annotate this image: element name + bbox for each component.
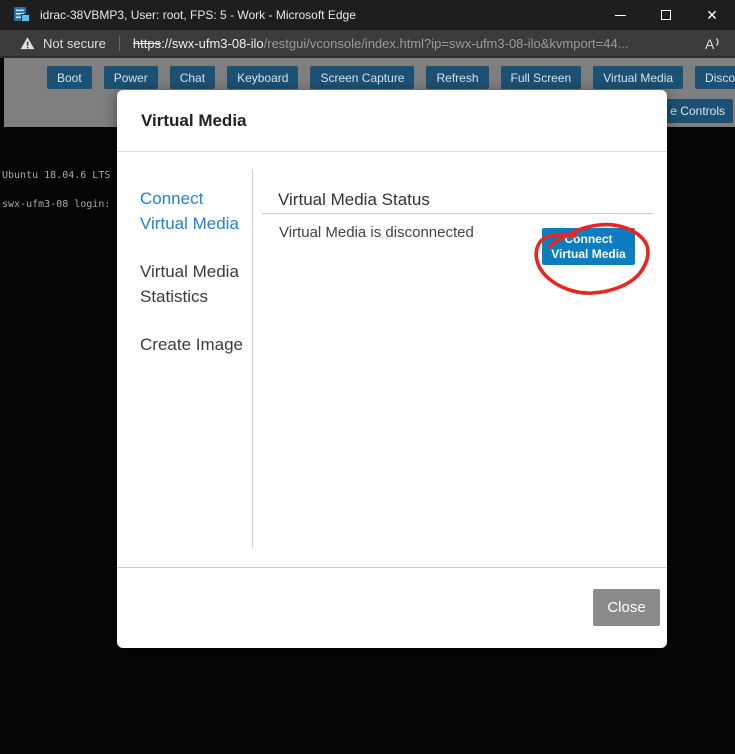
minimize-button[interactable] [597, 0, 643, 30]
footer-divider [117, 567, 667, 568]
full-screen-button[interactable]: Full Screen [501, 66, 582, 89]
sidebar-divider [252, 170, 253, 548]
boot-button[interactable]: Boot [47, 66, 92, 89]
screen-capture-button[interactable]: Screen Capture [310, 66, 414, 89]
dialog-header: Virtual Media [117, 90, 667, 152]
maximize-button[interactable] [643, 0, 689, 30]
virtual-media-dialog: Virtual Media Connect Virtual Media Virt… [117, 90, 667, 648]
edge-window: idrac-38VBMP3, User: root, FPS: 5 - Work… [0, 0, 735, 754]
dialog-title: Virtual Media [141, 111, 247, 131]
dialog-sidebar: Connect Virtual Media Virtual Media Stat… [140, 186, 252, 380]
window-controls: ✕ [597, 0, 735, 30]
read-aloud-icon[interactable]: A [703, 34, 723, 54]
connect-button-line2: Virtual Media [551, 247, 625, 261]
console-toolbar: Boot Power Chat Keyboard Screen Capture … [47, 66, 735, 89]
sidebar-item-connect-virtual-media[interactable]: Connect Virtual Media [140, 186, 252, 236]
heading-rule [262, 213, 653, 214]
not-secure-label[interactable]: Not secure [43, 36, 106, 51]
window-titlebar: idrac-38VBMP3, User: root, FPS: 5 - Work… [0, 0, 735, 30]
address-divider [119, 36, 120, 51]
warning-icon [20, 36, 35, 51]
connect-button-line1: Connect [565, 232, 613, 246]
refresh-button[interactable]: Refresh [426, 66, 488, 89]
virtual-media-status-text: Virtual Media is disconnected [279, 224, 474, 241]
svg-text:A: A [705, 36, 715, 52]
url-host: ://swx-ufm3-08-ilo [161, 36, 264, 51]
chat-button[interactable]: Chat [170, 66, 215, 89]
power-button[interactable]: Power [104, 66, 158, 89]
window-title: idrac-38VBMP3, User: root, FPS: 5 - Work… [40, 8, 356, 22]
idrac-favicon-icon [13, 6, 31, 24]
sidebar-item-create-image[interactable]: Create Image [140, 332, 252, 357]
terminal-line: Ubuntu 18.04.6 LTS sw [2, 170, 128, 181]
close-window-button[interactable]: ✕ [689, 0, 735, 30]
url-text[interactable]: https://swx-ufm3-08-ilo/restgui/vconsole… [133, 36, 629, 51]
terminal-line: swx-ufm3-08 login: ^] [2, 199, 128, 210]
disconnect-viewer-button[interactable]: Disconnect Viewer [695, 66, 735, 89]
minimize-icon [615, 15, 626, 16]
virtual-media-button[interactable]: Virtual Media [593, 66, 683, 89]
keyboard-button[interactable]: Keyboard [227, 66, 298, 89]
close-icon: ✕ [706, 8, 718, 22]
url-scheme: https [133, 36, 161, 51]
connect-virtual-media-button[interactable]: Connect Virtual Media [542, 228, 635, 265]
virtual-media-status-heading: Virtual Media Status [278, 190, 430, 210]
address-bar[interactable]: Not secure https://swx-ufm3-08-ilo/restg… [0, 30, 735, 58]
close-dialog-button[interactable]: Close [593, 589, 660, 626]
url-path: /restgui/vconsole/index.html?ip=swx-ufm3… [264, 36, 629, 51]
sidebar-item-virtual-media-statistics[interactable]: Virtual Media Statistics [140, 259, 252, 309]
maximize-icon [661, 10, 671, 20]
